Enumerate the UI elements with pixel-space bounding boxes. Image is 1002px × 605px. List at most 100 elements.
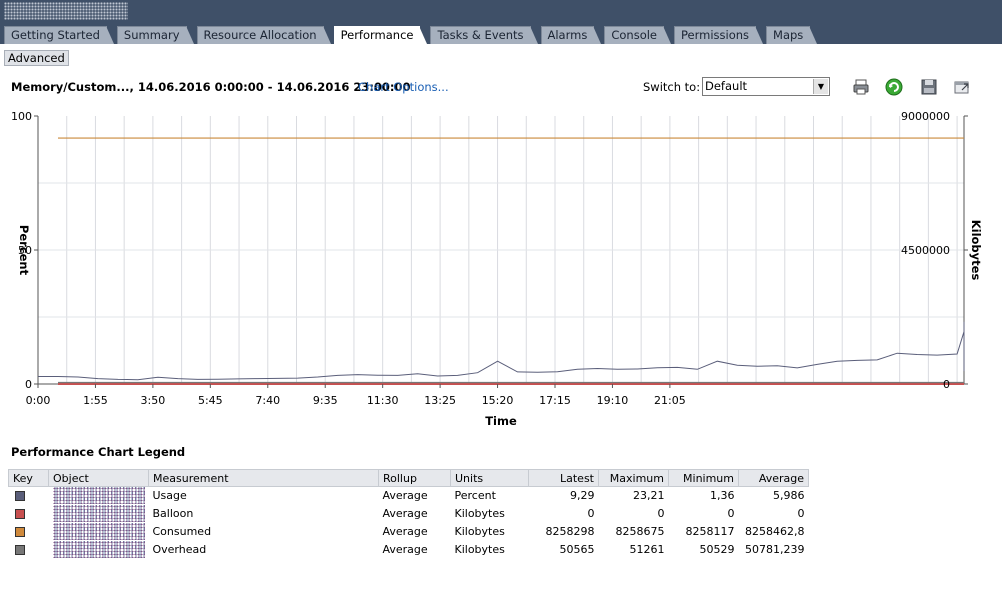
legend-latest: 8258298 [545,525,595,538]
legend-filler [809,541,995,559]
key-swatch [14,509,25,519]
save-icon[interactable] [920,78,938,96]
switch-to-value: Default [705,79,748,93]
x-axis-label: Time [485,414,517,428]
x-tick-label: 9:35 [313,394,338,407]
legend-average: 5,986 [773,489,805,503]
legend-table: Key Object Measurement Rollup Units Late… [8,469,994,559]
tick-labels: 1005009000000450000000:00 1:55 3:50 5:45 7:4… [11,110,968,407]
legend-filler [809,523,995,541]
legend-latest: 0 [587,507,595,520]
legend-minimum: 50529 [699,543,735,556]
col-object[interactable]: Object [48,469,149,487]
col-key[interactable]: Key [8,469,49,487]
legend-rollup: Average [382,507,428,520]
legend-measurement: Consumed [152,525,212,538]
x-tick-label: 21:05 [654,394,686,407]
legend-rollup: Average [382,525,428,538]
legend-measurement: Overhead [152,543,207,556]
legend-latest: 9,29 [570,489,595,503]
chart-title: Memory/Custom..., 14.06.2016 0:00:00 - 1… [11,80,411,94]
legend-minimum: 0 [727,507,735,520]
legend-object [49,523,149,541]
series-layer [38,137,965,385]
col-units[interactable]: Units [450,469,529,487]
col-average[interactable]: Average [738,469,809,487]
chevron-down-icon[interactable]: ▼ [813,79,828,94]
refresh-icon[interactable] [885,78,903,96]
legend-maximum: 23,21 [633,489,665,503]
series-line-usage [38,321,965,381]
x-tick-label: 3:50 [141,394,166,407]
legend-filler [809,505,995,523]
object-name-obscured [52,487,145,505]
x-tick-label: 5:45 [198,394,223,407]
legend-row[interactable]: Balloon Average Kilobytes 0 0 0 0 [9,505,995,523]
x-tick-label: 7:40 [255,394,280,407]
performance-chart: 1005009000000450000000:00 1:55 3:50 5:45 7:4… [11,110,983,428]
legend-row[interactable]: Usage Average Percent 9,29 23,21 1,36 5,986 [9,487,995,505]
switch-to-select[interactable]: Default ▼ [702,77,830,96]
tab-summary[interactable]: Summary [116,26,194,44]
legend-object [49,505,149,523]
advanced-button[interactable]: Advanced [4,50,69,66]
x-tick-label: 13:25 [424,394,456,407]
print-icon[interactable] [852,78,870,96]
tab-maps[interactable]: Maps [766,26,818,44]
y-right-tick-label: 0 [943,378,950,391]
tab-getting-started[interactable]: Getting Started [4,26,114,44]
x-tick-label: 17:15 [539,394,571,407]
x-tick-label: 19:10 [597,394,629,407]
tab-permissions[interactable]: Permissions [674,26,764,44]
legend-maximum: 0 [657,507,665,520]
tab-performance[interactable]: Performance [333,26,428,44]
popout-icon[interactable] [953,78,971,96]
tab-bar: Getting Started Summary Resource Allocat… [4,26,820,44]
legend-measurement: Balloon [152,507,194,520]
col-filler [808,469,994,487]
tab-resource-allocation[interactable]: Resource Allocation [196,26,331,44]
object-name-obscured [52,505,145,522]
object-name-obscured [52,523,145,540]
object-name-obscured [52,541,145,558]
legend-units: Percent [454,489,496,503]
legend-filler [809,487,995,505]
x-tick-label: 0:00 [26,394,51,407]
legend-title: Performance Chart Legend [11,445,186,459]
y-left-tick-label: 0 [25,378,32,391]
y-right-tick-label: 9000000 [901,110,950,123]
legend-latest: 50565 [559,543,595,556]
key-swatch [14,527,25,537]
col-rollup[interactable]: Rollup [378,469,451,487]
legend-key-swatch [9,505,49,523]
top-header-bar: Getting Started Summary Resource Allocat… [0,0,1002,44]
col-minimum[interactable]: Minimum [668,469,739,487]
legend-average: 50781,239 [745,543,805,556]
y-axis-left-label: Percent [17,225,31,276]
legend-rollup: Average [382,543,428,556]
legend-average: 0 [797,507,805,520]
col-latest[interactable]: Latest [528,469,599,487]
tab-tasks-events[interactable]: Tasks & Events [430,26,538,44]
host-name-obscured [4,2,128,20]
legend-measurement: Usage [152,489,187,503]
legend-minimum: 1,36 [710,489,735,503]
chart-options-link[interactable]: Chart Options... [358,80,449,94]
x-tick-label: 15:20 [482,394,514,407]
legend-row[interactable]: Consumed Average Kilobytes 8258298 8258675 82… [9,523,995,541]
legend-key-swatch [9,541,49,559]
tab-console[interactable]: Console [604,26,671,44]
legend-object [49,487,149,505]
legend-units: Kilobytes [454,543,505,556]
y-right-tick-label: 4500000 [901,244,950,257]
col-maximum[interactable]: Maximum [598,469,669,487]
legend-key-swatch [9,523,49,541]
col-measurement[interactable]: Measurement [148,469,379,487]
legend-header-row: Key Object Measurement Rollup Units Late… [8,469,994,487]
legend-maximum: 51261 [629,543,665,556]
legend-rollup: Average [382,489,428,503]
y-left-tick-label: 100 [11,110,32,123]
x-tick-label: 1:55 [83,394,108,407]
tab-alarms[interactable]: Alarms [540,26,602,44]
legend-row[interactable]: Overhead Average Kilobytes 50565 51261 50529 5… [9,541,995,559]
